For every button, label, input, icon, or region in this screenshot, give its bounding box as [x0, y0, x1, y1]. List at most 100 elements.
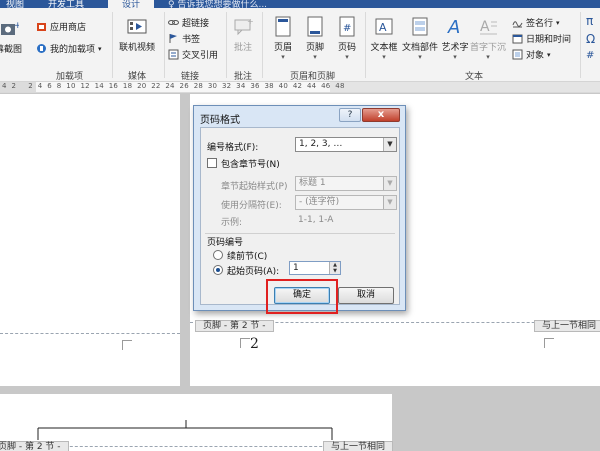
close-button[interactable]: x [362, 108, 400, 122]
textbox-icon: A [375, 18, 393, 35]
cancel-button[interactable]: 取消 [338, 287, 394, 304]
svg-text:A: A [379, 21, 387, 34]
wordart-label: 艺术字 [441, 43, 469, 53]
help-button[interactable]: ? [339, 108, 361, 122]
ok-button-highlight [266, 279, 338, 314]
example-value: 1-1, 1-A [298, 215, 334, 225]
textbox-button[interactable]: A 文本框 ▾ [368, 16, 400, 61]
comment-label: 批注 [233, 43, 252, 53]
store-icon [37, 23, 46, 31]
wordart-icon: A [447, 17, 460, 38]
dialog-title: 页码格式 [200, 115, 240, 126]
group-divider [580, 12, 581, 78]
online-video-button[interactable]: 联机视频 [116, 16, 158, 53]
chevron-down-icon: ▾ [382, 53, 386, 61]
tab-design[interactable]: 设计 [108, 0, 155, 8]
start-at-value: 1 [293, 263, 299, 273]
chevron-down-icon: ▾ [313, 53, 317, 61]
close-icon: x [377, 109, 385, 120]
screenshot-button[interactable]: + 屏幕截图 [0, 18, 24, 55]
footer-label: 页脚 [305, 43, 324, 53]
my-addins-button[interactable]: 我的加载项 ▾ [36, 42, 102, 55]
start-at-label: 起始页码(A): [227, 267, 280, 277]
header-label: 页眉 [273, 43, 292, 53]
ribbon: + 屏幕截图 应用商店 我的加载项 ▾ 加载项 联机视频 媒体 超链接 书签 交… [0, 8, 600, 82]
symbol-icon[interactable]: Ω [586, 32, 595, 46]
object-icon [512, 49, 523, 60]
caret-down-icon[interactable]: ▼ [329, 268, 340, 274]
section-divider [205, 233, 395, 234]
quick-parts-icon [412, 17, 428, 36]
page-number-button[interactable]: # 页码 ▾ [332, 16, 362, 61]
group-label-comments: 批注 [234, 72, 253, 82]
start-at-radio[interactable] [213, 265, 223, 275]
signature-icon [512, 21, 523, 28]
group-divider [226, 12, 227, 78]
footer-button[interactable]: 页脚 ▾ [300, 16, 330, 61]
page-numbering-heading: 页码编号 [207, 238, 244, 248]
object-label: 对象 [526, 51, 545, 61]
bookmark-button[interactable]: 书签 [168, 32, 200, 45]
page-number-field[interactable]: 2 [250, 336, 259, 352]
chevron-down-icon: ▼ [383, 196, 396, 209]
cross-reference-icon [168, 49, 179, 60]
store-button[interactable]: 应用商店 [36, 20, 86, 33]
drop-cap-button[interactable]: A 首字下沉 ▾ [470, 16, 506, 61]
hyperlink-button[interactable]: 超链接 [168, 16, 209, 29]
horizontal-ruler[interactable]: 4 2 2 4 6 8 10 12 14 16 18 20 22 24 26 2… [0, 82, 600, 93]
footer-boundary-line [0, 333, 180, 334]
chapter-style-select[interactable]: 标题 1 ▼ [295, 176, 397, 191]
addins-icon [37, 44, 46, 53]
drop-cap-label: 首字下沉 [470, 43, 507, 53]
my-addins-label: 我的加载项 [50, 45, 96, 55]
continue-label: 续前节(C) [227, 252, 268, 262]
tab-developer[interactable]: 开发工具 [48, 0, 84, 8]
ruler-right-margin [330, 82, 600, 92]
flag-icon [169, 34, 177, 43]
object-button[interactable]: 对象 ▾ [512, 48, 551, 61]
link-icon [168, 20, 179, 25]
screenshot-label: 屏幕截图 [0, 45, 22, 55]
cross-reference-button[interactable]: 交叉引用 [168, 48, 218, 61]
cross-reference-label: 交叉引用 [182, 51, 219, 61]
online-video-label: 联机视频 [118, 43, 155, 53]
header-button[interactable]: 页眉 ▾ [268, 16, 298, 61]
date-time-button[interactable]: 日期和时间 [512, 32, 571, 45]
number-format-select[interactable]: 1, 2, 3, … ▼ [295, 137, 397, 152]
include-chapter-checkbox[interactable] [207, 158, 217, 168]
chevron-down-icon: ▾ [453, 53, 457, 61]
chevron-down-icon: ▾ [345, 53, 349, 61]
header-icon [275, 16, 291, 37]
wordart-button[interactable]: A 艺术字 ▾ [440, 16, 470, 61]
chevron-down-icon: ▾ [486, 53, 490, 61]
start-at-stepper[interactable]: 1 ▲ ▼ [289, 261, 341, 275]
include-chapter-label: 包含章节号(N) [221, 160, 280, 170]
group-label-media: 媒体 [128, 72, 147, 82]
tell-me-box[interactable]: ♀ 告诉我您想要做什么... [168, 0, 267, 8]
number-format-label: 编号格式(F): [207, 143, 259, 153]
same-as-previous-tag: 与上一节相同 [323, 441, 394, 451]
video-icon [127, 19, 147, 34]
chevron-down-icon: ▾ [281, 53, 285, 61]
footer-section-tag: 页脚 - 第 2 节 - [195, 320, 274, 332]
separator-value: - (连字符) [299, 197, 340, 207]
continue-radio[interactable] [213, 250, 223, 260]
comment-button[interactable]: + 批注 [230, 16, 256, 53]
group-divider [365, 12, 366, 78]
number-icon[interactable]: # [586, 50, 594, 61]
quick-parts-button[interactable]: 文档部件 ▾ [400, 16, 440, 61]
quick-parts-label: 文档部件 [401, 43, 438, 53]
equation-icon[interactable]: π [586, 14, 593, 28]
separator-select[interactable]: - (连字符) ▼ [295, 195, 397, 210]
group-divider [262, 12, 263, 78]
tab-view[interactable]: 视图 [6, 0, 24, 8]
svg-text:A: A [447, 17, 460, 38]
bookmark-label: 书签 [182, 35, 201, 45]
group-divider [112, 12, 113, 78]
signature-line-button[interactable]: 签名行 ▾ [512, 16, 560, 29]
footer-icon [307, 16, 323, 37]
page-left [0, 94, 180, 386]
separator-label: 使用分隔符(E): [221, 201, 282, 211]
textbox-label: 文本框 [370, 43, 398, 53]
chevron-down-icon: ▾ [98, 44, 102, 53]
